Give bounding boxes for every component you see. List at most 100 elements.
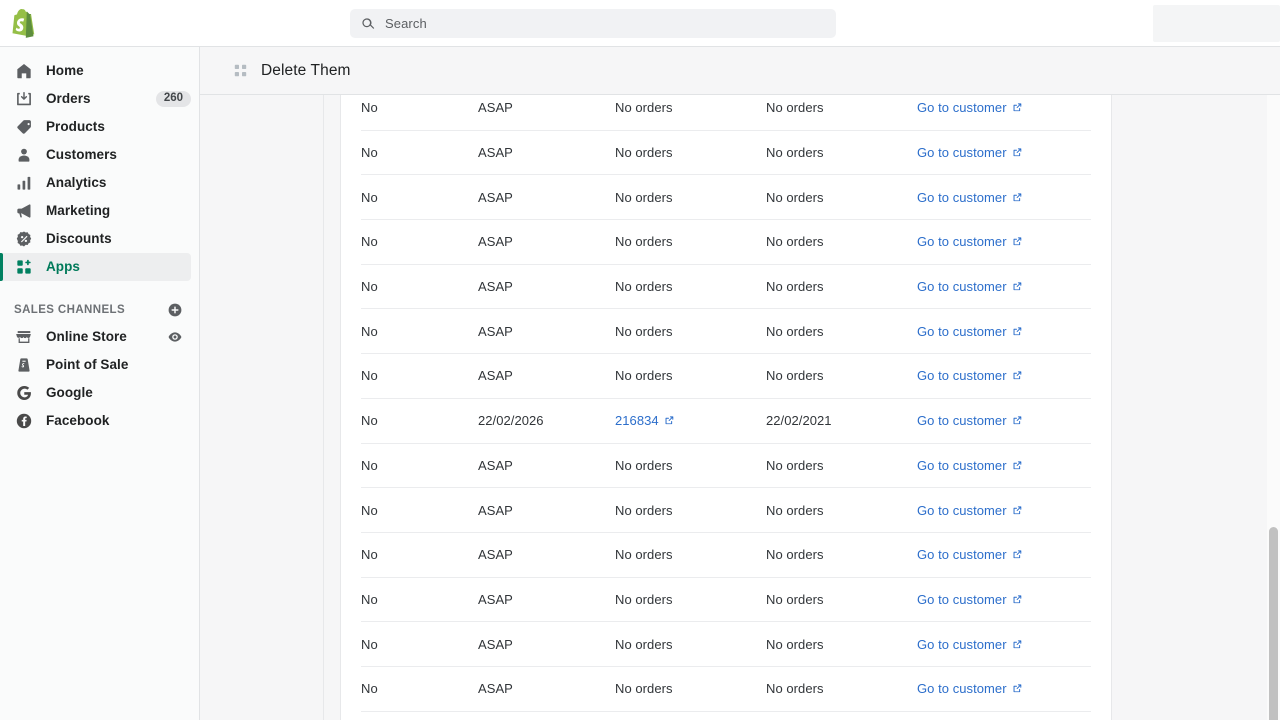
cell-customer-link[interactable]: Go to customer xyxy=(917,414,1077,427)
go-to-customer-link[interactable]: Go to customer xyxy=(917,101,1023,114)
table-row: No 22/02/2026 216834 22/02/2021 Go to custom… xyxy=(361,399,1091,444)
app-content-frame: No ASAP No orders No orders Go to customer No… xyxy=(200,95,1280,720)
analytics-icon xyxy=(14,173,34,193)
sidebar-item-label: Marketing xyxy=(46,203,111,219)
table-row: No ASAP No orders No orders Go to customer xyxy=(361,354,1091,399)
external-link-icon xyxy=(1012,281,1023,292)
cell-delete-date: ASAP xyxy=(478,457,513,473)
sidebar-item-online-store[interactable]: Online Store xyxy=(0,323,199,351)
cell-customer-link[interactable]: Go to customer xyxy=(917,682,1077,695)
cell-delete-date: ASAP xyxy=(478,279,513,295)
sidebar-item-label: Apps xyxy=(46,259,80,275)
go-to-customer-label: Go to customer xyxy=(917,323,1007,339)
go-to-customer-link[interactable]: Go to customer xyxy=(917,414,1023,427)
sidebar-item-customers[interactable]: Customers xyxy=(0,141,191,169)
go-to-customer-link[interactable]: Go to customer xyxy=(917,280,1023,293)
sidebar-item-apps[interactable]: Apps xyxy=(0,253,191,281)
cell-last-order-date: No orders xyxy=(766,547,824,563)
cell-customer-link[interactable]: Go to customer xyxy=(917,369,1077,382)
global-search[interactable]: Search xyxy=(350,9,836,38)
shopify-logo[interactable] xyxy=(0,0,48,47)
cell-last-order: No orders xyxy=(615,323,673,339)
go-to-customer-link[interactable]: Go to customer xyxy=(917,235,1023,248)
external-link-icon xyxy=(1012,192,1023,203)
cell-accepts-marketing: No xyxy=(361,368,378,384)
go-to-customer-link[interactable]: Go to customer xyxy=(917,504,1023,517)
cell-last-order-date: No orders xyxy=(766,323,824,339)
go-to-customer-label: Go to customer xyxy=(917,502,1007,518)
search-input[interactable]: Search xyxy=(350,9,836,38)
sidebar-item-analytics[interactable]: Analytics xyxy=(0,169,191,197)
external-link-icon xyxy=(1012,549,1023,560)
search-placeholder: Search xyxy=(385,16,427,31)
go-to-customer-link[interactable]: Go to customer xyxy=(917,325,1023,338)
external-link-icon xyxy=(1012,594,1023,605)
content-right-gutter xyxy=(1130,95,1280,720)
cell-accepts-marketing: No xyxy=(361,636,378,652)
cell-delete-date: ASAP xyxy=(478,234,513,250)
go-to-customer-link[interactable]: Go to customer xyxy=(917,638,1023,651)
cell-last-order: No orders xyxy=(615,457,673,473)
cell-customer-link[interactable]: Go to customer xyxy=(917,593,1077,606)
sales-channels-title: SALES CHANNELS xyxy=(14,304,126,316)
cell-last-order-date: No orders xyxy=(766,279,824,295)
plus-circle-icon[interactable] xyxy=(167,302,183,318)
external-link-icon xyxy=(1012,326,1023,337)
order-link[interactable]: 216834 xyxy=(615,414,675,427)
go-to-customer-label: Go to customer xyxy=(917,145,1007,161)
go-to-customer-label: Go to customer xyxy=(917,681,1007,697)
order-link-label: 216834 xyxy=(615,413,659,429)
sidebar-item-point-of-sale[interactable]: Point of Sale xyxy=(0,351,199,379)
cell-last-order-date: 22/02/2021 xyxy=(766,413,832,429)
cell-accepts-marketing: No xyxy=(361,323,378,339)
sidebar-item-label: Google xyxy=(46,385,93,401)
go-to-customer-link[interactable]: Go to customer xyxy=(917,593,1023,606)
cell-customer-link[interactable]: Go to customer xyxy=(917,548,1077,561)
go-to-customer-link[interactable]: Go to customer xyxy=(917,146,1023,159)
sidebar-item-products[interactable]: Products xyxy=(0,113,191,141)
scrollbar-thumb[interactable] xyxy=(1269,527,1278,720)
cell-customer-link[interactable]: Go to customer xyxy=(917,280,1077,293)
sidebar-item-marketing[interactable]: Marketing xyxy=(0,197,191,225)
cell-last-order: No orders xyxy=(615,681,673,697)
user-menu-placeholder[interactable] xyxy=(1153,5,1280,42)
sidebar-item-facebook[interactable]: Facebook xyxy=(0,407,199,435)
go-to-customer-label: Go to customer xyxy=(917,234,1007,250)
external-link-icon xyxy=(1012,147,1023,158)
table-row: No ASAP No orders No orders Go to customer xyxy=(361,578,1091,623)
go-to-customer-link[interactable]: Go to customer xyxy=(917,191,1023,204)
cell-customer-link[interactable]: Go to customer xyxy=(917,235,1077,248)
cell-customer-link[interactable]: Go to customer xyxy=(917,146,1077,159)
orders-icon xyxy=(14,89,34,109)
external-link-icon xyxy=(1012,460,1023,471)
app-title: Delete Them xyxy=(261,61,351,79)
cell-last-order-date: No orders xyxy=(766,502,824,518)
cell-customer-link[interactable]: Go to customer xyxy=(917,325,1077,338)
cell-last-order: No orders xyxy=(615,547,673,563)
go-to-customer-link[interactable]: Go to customer xyxy=(917,548,1023,561)
sidebar-item-orders[interactable]: Orders 260 xyxy=(0,85,191,113)
eye-icon[interactable] xyxy=(167,329,183,345)
sidebar-item-discounts[interactable]: Discounts xyxy=(0,225,191,253)
cell-accepts-marketing: No xyxy=(361,413,378,429)
go-to-customer-link[interactable]: Go to customer xyxy=(917,459,1023,472)
sidebar-item-home[interactable]: Home xyxy=(0,57,191,85)
go-to-customer-link[interactable]: Go to customer xyxy=(917,682,1023,695)
go-to-customer-label: Go to customer xyxy=(917,189,1007,205)
vertical-scrollbar[interactable] xyxy=(1267,95,1280,720)
cell-customer-link[interactable]: Go to customer xyxy=(917,504,1077,517)
go-to-customer-link[interactable]: Go to customer xyxy=(917,369,1023,382)
cell-last-order: No orders xyxy=(615,636,673,652)
sidebar-item-google[interactable]: Google xyxy=(0,379,199,407)
cell-customer-link[interactable]: Go to customer xyxy=(917,191,1077,204)
table-row: No ASAP No orders No orders Go to customer xyxy=(361,95,1091,131)
cell-last-order[interactable]: 216834 xyxy=(615,414,766,427)
go-to-customer-label: Go to customer xyxy=(917,591,1007,607)
sidebar-item-label: Products xyxy=(46,119,105,135)
cell-delete-date: ASAP xyxy=(478,145,513,161)
sidebar-item-label: Customers xyxy=(46,147,117,163)
cell-customer-link[interactable]: Go to customer xyxy=(917,459,1077,472)
cell-customer-link[interactable]: Go to customer xyxy=(917,101,1077,114)
cell-delete-date: 22/02/2026 xyxy=(478,413,544,429)
cell-customer-link[interactable]: Go to customer xyxy=(917,638,1077,651)
